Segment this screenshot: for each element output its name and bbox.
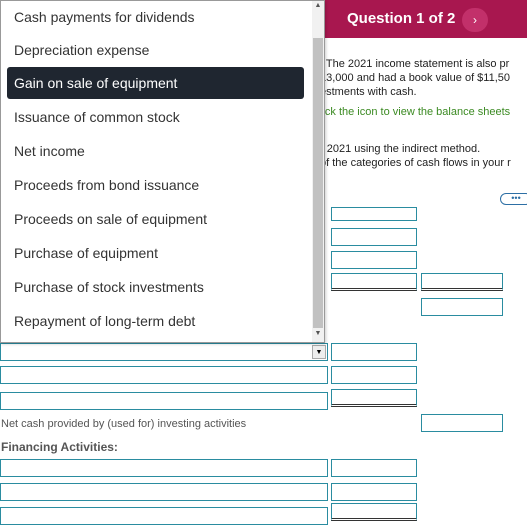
activity-select[interactable]: ▼: [0, 343, 328, 361]
dropdown-option[interactable]: Cash payments for dividends: [7, 1, 304, 33]
more-options-button[interactable]: •••: [500, 193, 527, 205]
chevron-right-icon: ›: [473, 13, 477, 27]
subtotal-input[interactable]: [421, 298, 503, 316]
activity-select[interactable]: [0, 459, 328, 477]
net-investing-input[interactable]: [421, 414, 503, 432]
amount-input[interactable]: [331, 228, 417, 246]
instruction-line: 13,000 and had a book value of $11,50: [320, 72, 511, 84]
dropdown-scrollbar[interactable]: ▲ ▼: [312, 1, 324, 342]
amount-input[interactable]: [331, 503, 417, 521]
activity-select[interactable]: [0, 507, 328, 525]
next-question-button[interactable]: ›: [462, 8, 488, 32]
financing-heading: Financing Activities:: [1, 440, 118, 454]
balance-sheet-link[interactable]: lick the icon to view the balance sheets: [320, 106, 510, 119]
instruction-line: . The 2021 income statement is also pr: [320, 58, 510, 70]
question-counter: Question 1 of 2: [347, 10, 456, 27]
dropdown-option-selected[interactable]: Gain on sale of equipment: [7, 67, 304, 99]
scroll-thumb[interactable]: [313, 38, 323, 328]
scroll-up-arrow-icon[interactable]: ▲: [312, 1, 324, 11]
scroll-down-arrow-icon[interactable]: ▼: [312, 329, 324, 339]
activity-select[interactable]: [0, 392, 328, 410]
amount-input[interactable]: [331, 273, 417, 291]
dropdown-option[interactable]: Proceeds on sale of equipment: [7, 203, 304, 235]
dropdown-option[interactable]: Net income: [7, 135, 304, 167]
amount-input[interactable]: [331, 389, 417, 407]
instruction-line: r 2021 using the indirect method.: [320, 143, 481, 155]
dropdown-list[interactable]: Cash payments for dividends Depreciation…: [0, 0, 325, 343]
dropdown-option[interactable]: Proceeds from bond issuance: [7, 169, 304, 201]
instruction-line: estments with cash.: [320, 86, 417, 98]
dropdown-option[interactable]: Purchase of equipment: [7, 237, 304, 269]
activity-select[interactable]: [0, 366, 328, 384]
dropdown-option[interactable]: Repayment of long-term debt: [7, 305, 304, 337]
amount-input[interactable]: [331, 366, 417, 384]
amount-input[interactable]: [331, 459, 417, 477]
instruction-line: of the categories of cash flows in your …: [320, 157, 511, 169]
activity-select[interactable]: [0, 483, 328, 501]
dropdown-arrow-icon[interactable]: ▼: [312, 345, 326, 359]
subtotal-input[interactable]: [421, 273, 503, 291]
amount-input[interactable]: [331, 207, 417, 221]
amount-input[interactable]: [331, 251, 417, 269]
dropdown-option[interactable]: Depreciation expense: [7, 34, 304, 66]
dropdown-option[interactable]: Issuance of common stock: [7, 101, 304, 133]
amount-input[interactable]: [331, 343, 417, 361]
amount-input[interactable]: [331, 483, 417, 501]
dropdown-option[interactable]: Purchase of stock investments: [7, 271, 304, 303]
net-investing-label: Net cash provided by (used for) investin…: [1, 418, 247, 430]
